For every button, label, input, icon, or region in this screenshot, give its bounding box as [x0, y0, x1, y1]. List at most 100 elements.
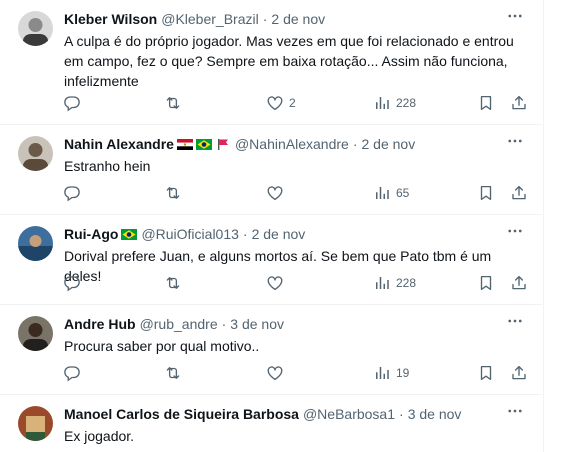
display-name[interactable]: Nahin Alexandre	[64, 136, 174, 152]
more-icon[interactable]	[502, 5, 528, 27]
avatar[interactable]	[18, 11, 53, 46]
like-button[interactable]	[266, 183, 284, 203]
display-name[interactable]: Rui-Ago	[64, 226, 118, 242]
reply-tweet[interactable]: Andre Hub @rub_andre · 3 de nov Procura …	[0, 305, 542, 395]
avatar[interactable]	[18, 316, 53, 351]
share-button[interactable]	[510, 183, 528, 203]
separator-dot: ·	[262, 11, 268, 27]
reply-button[interactable]	[63, 183, 81, 203]
tweet-header: Kleber Wilson @Kleber_Brazil · 2 de nov	[64, 10, 325, 28]
action-bar: 65	[57, 183, 535, 203]
text-line: infelizmente	[64, 73, 139, 89]
reply-button[interactable]	[63, 93, 81, 113]
retweet-button[interactable]	[164, 363, 182, 383]
brazil-flag-icon	[121, 228, 138, 240]
separator-dot: ·	[352, 136, 358, 152]
red-flag-icon	[215, 138, 231, 150]
user-handle[interactable]: @RuiOficial013	[141, 226, 238, 242]
retweet-button[interactable]	[164, 93, 182, 113]
bookmark-icon	[477, 94, 495, 112]
avatar[interactable]	[18, 136, 53, 171]
bookmark-icon	[477, 364, 495, 382]
reply-button[interactable]	[63, 273, 81, 293]
share-button[interactable]	[510, 363, 528, 383]
timestamp[interactable]: 2 de nov	[361, 136, 415, 152]
share-icon	[510, 184, 528, 202]
reply-tweet[interactable]: Nahin Alexandre @NahinAlexandre · 2 de n…	[0, 125, 542, 215]
view-count: 228	[396, 96, 417, 110]
like-button[interactable]	[266, 273, 284, 293]
share-button[interactable]	[510, 93, 528, 113]
timestamp[interactable]: 3 de nov	[230, 316, 284, 332]
user-handle[interactable]: @rub_andre	[140, 316, 218, 332]
reply-icon	[63, 364, 81, 382]
retweet-icon	[164, 94, 182, 112]
replies-feed: Kleber Wilson @Kleber_Brazil · 2 de nov …	[0, 0, 544, 452]
user-handle[interactable]: @Kleber_Brazil	[161, 11, 258, 27]
action-bar: 228	[57, 273, 535, 293]
display-name[interactable]: Kleber Wilson	[64, 11, 157, 27]
separator-dot: ·	[242, 226, 248, 242]
view-count: 19	[396, 366, 410, 380]
reply-button[interactable]	[63, 363, 81, 383]
display-name[interactable]: Andre Hub	[64, 316, 136, 332]
timestamp[interactable]: 2 de nov	[271, 11, 325, 27]
bookmark-button[interactable]	[477, 363, 495, 383]
reply-tweet[interactable]: Rui-Ago @RuiOficial013 · 2 de nov Doriva…	[0, 215, 542, 305]
timestamp[interactable]: 3 de nov	[408, 406, 462, 422]
tweet-header: Rui-Ago @RuiOficial013 · 2 de nov	[64, 225, 305, 243]
views-button[interactable]: 65	[373, 183, 409, 203]
tweet-header: Nahin Alexandre @NahinAlexandre · 2 de n…	[64, 135, 415, 153]
like-button[interactable]	[266, 363, 284, 383]
text-line: Ex jogador.	[64, 428, 135, 444]
heart-icon	[266, 184, 284, 202]
analytics-icon	[373, 94, 391, 112]
bookmark-button[interactable]	[477, 93, 495, 113]
views-button[interactable]: 228	[373, 93, 416, 113]
analytics-icon	[373, 274, 391, 292]
tweet-text: Procura saber por qual motivo..	[64, 336, 524, 356]
views-button[interactable]: 19	[373, 363, 409, 383]
like-count: 2	[289, 96, 296, 110]
share-icon	[510, 364, 528, 382]
share-icon	[510, 94, 528, 112]
user-handle[interactable]: @NahinAlexandre	[235, 136, 349, 152]
reply-tweet[interactable]: Kleber Wilson @Kleber_Brazil · 2 de nov …	[0, 0, 542, 125]
share-icon	[510, 274, 528, 292]
reply-icon	[63, 184, 81, 202]
avatar[interactable]	[18, 406, 53, 441]
text-line: Estranho hein	[64, 158, 151, 174]
analytics-icon	[373, 364, 391, 382]
more-icon[interactable]	[502, 400, 528, 422]
more-icon[interactable]	[502, 130, 528, 152]
share-button[interactable]	[510, 273, 528, 293]
more-icon[interactable]	[502, 220, 528, 242]
analytics-icon	[373, 184, 391, 202]
user-handle[interactable]: @NeBarbosa1	[303, 406, 395, 422]
action-bar: 2 228	[57, 93, 535, 113]
view-count: 65	[396, 186, 410, 200]
reply-icon	[63, 94, 81, 112]
heart-icon	[266, 274, 284, 292]
bookmark-button[interactable]	[477, 273, 495, 293]
action-bar: 19	[57, 363, 535, 383]
views-button[interactable]: 228	[373, 273, 416, 293]
tweet-text: Ex jogador.	[64, 426, 524, 446]
separator-dot: ·	[399, 406, 404, 422]
avatar[interactable]	[18, 226, 53, 261]
text-line: Procura saber por qual motivo..	[64, 338, 260, 354]
retweet-button[interactable]	[164, 183, 182, 203]
retweet-button[interactable]	[164, 273, 182, 293]
text-line: em campo, fez o que? Sempre em baixa rot…	[64, 53, 508, 69]
timestamp[interactable]: 2 de nov	[252, 226, 306, 242]
reply-tweet[interactable]: Manoel Carlos de Siqueira Barbosa @NeBar…	[0, 395, 542, 452]
text-line: A culpa é do próprio jogador. Mas vezes …	[64, 33, 514, 49]
bookmark-button[interactable]	[477, 183, 495, 203]
retweet-icon	[164, 274, 182, 292]
tweet-text: A culpa é do próprio jogador. Mas vezes …	[64, 31, 524, 91]
more-icon[interactable]	[502, 310, 528, 332]
like-button[interactable]: 2	[266, 93, 296, 113]
bookmark-icon	[477, 274, 495, 292]
reply-icon	[63, 274, 81, 292]
display-name[interactable]: Manoel Carlos de Siqueira Barbosa	[64, 406, 299, 422]
